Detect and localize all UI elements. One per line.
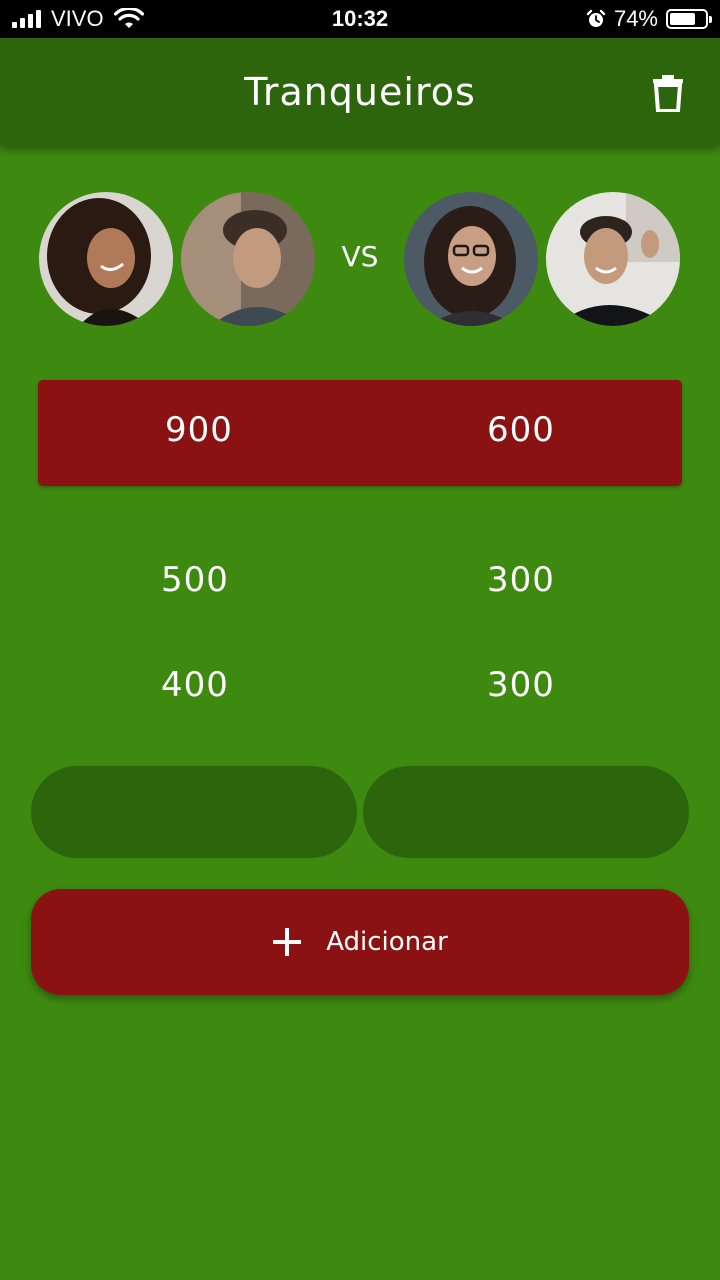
status-bar: VIVO 10:32 74%: [0, 0, 720, 38]
team2-total: 600: [487, 410, 555, 450]
team1-round-score: 400: [161, 665, 229, 705]
battery-level: [670, 13, 696, 25]
avatar-team2-player2: [546, 192, 680, 326]
avatar-team1-player1: [39, 192, 173, 326]
status-right: 74%: [586, 0, 712, 38]
plus-icon: [273, 928, 302, 956]
round-row: 400 300: [34, 665, 686, 725]
round-row: 500 300: [34, 560, 686, 620]
add-button-label: Adicionar: [326, 927, 448, 957]
page-title: Tranqueiros: [244, 70, 476, 114]
avatar-team2-player1: [404, 192, 538, 326]
avatar-team1-player2: [181, 192, 315, 326]
battery-icon: [666, 9, 712, 29]
team1-score-input[interactable]: [31, 766, 357, 858]
vs-label: VS: [341, 240, 379, 273]
trash-icon[interactable]: [652, 74, 684, 112]
totals-row: 900 600: [38, 380, 682, 486]
alarm-icon: [586, 9, 606, 27]
team2-score-input[interactable]: [363, 766, 689, 858]
app-bar: Tranqueiros: [0, 38, 720, 146]
add-button[interactable]: Adicionar: [31, 889, 689, 995]
battery-percent: 74%: [613, 6, 658, 31]
team1-round-score: 500: [161, 560, 229, 600]
team2-round-score: 300: [487, 665, 555, 705]
team2-round-score: 300: [487, 560, 555, 600]
team1-total: 900: [165, 410, 233, 450]
